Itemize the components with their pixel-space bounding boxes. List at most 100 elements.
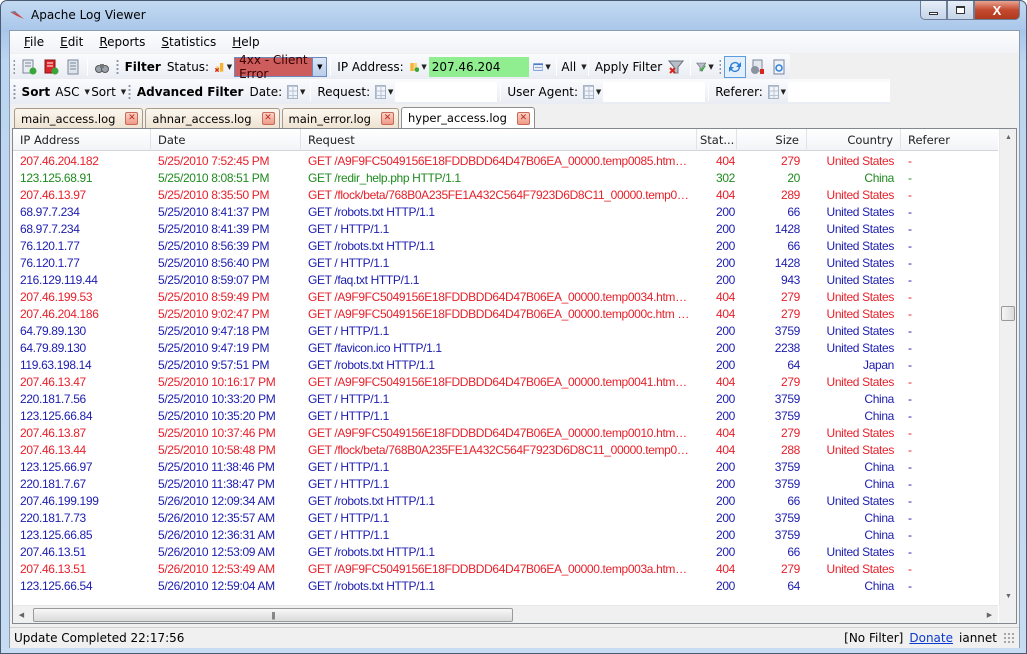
menu-file[interactable]: File bbox=[16, 33, 52, 51]
horizontal-scroll-thumb[interactable]: ||| bbox=[33, 608, 513, 622]
column-header-request[interactable]: Request bbox=[301, 129, 697, 151]
toolbar-grip[interactable] bbox=[128, 83, 131, 100]
sort-order-dropdown[interactable]: ASC ▼ bbox=[53, 81, 90, 103]
column-header-ip[interactable]: IP Address bbox=[13, 129, 151, 151]
table-row[interactable]: 207.46.13.51 5/26/2010 12:53:09 AM GET /ro… bbox=[13, 543, 998, 560]
menu-help[interactable]: Help bbox=[224, 33, 267, 51]
ip-filter-options-button[interactable]: ▼ bbox=[407, 56, 429, 78]
open-log-button[interactable] bbox=[18, 56, 40, 78]
toolbar-grip[interactable] bbox=[13, 58, 16, 75]
chevron-down-icon: ▼ bbox=[299, 87, 306, 96]
menu-edit[interactable]: Edit bbox=[52, 33, 91, 51]
table-row[interactable]: 123.125.66.85 5/26/2010 12:36:31 AM GET / … bbox=[13, 526, 998, 543]
column-header-size[interactable]: Size bbox=[737, 129, 807, 151]
cell-request: GET /A9F9FC5049156E18FDDBDD64D47B06EA_00… bbox=[308, 289, 697, 304]
vertical-scrollbar[interactable]: ▲ ▼ bbox=[999, 129, 1016, 605]
close-button[interactable]: X bbox=[974, 1, 1020, 20]
table-row[interactable]: 220.181.7.67 5/25/2010 11:38:47 PM GET / H… bbox=[13, 475, 998, 492]
column-header-country[interactable]: Country bbox=[807, 129, 901, 151]
referer-filter-button[interactable]: ▼ bbox=[766, 81, 788, 103]
tab-ahnar-access-log[interactable]: ahnar_access.log ✕ bbox=[145, 108, 280, 128]
minimize-button[interactable] bbox=[920, 1, 947, 20]
table-row[interactable]: 207.46.13.97 5/25/2010 8:35:50 PM GET /flo… bbox=[13, 186, 998, 203]
column-header-date[interactable]: Date bbox=[151, 129, 301, 151]
table-row[interactable]: 220.181.7.73 5/26/2010 12:35:57 AM GET / H… bbox=[13, 509, 998, 526]
request-filter-button[interactable]: ▼ bbox=[373, 81, 395, 103]
cell-size: 1428 bbox=[774, 221, 801, 236]
table-row[interactable]: 68.97.7.234 5/25/2010 8:41:37 PM GET /robo… bbox=[13, 203, 998, 220]
table-row[interactable]: 64.79.89.130 5/25/2010 9:47:19 PM GET /fav… bbox=[13, 339, 998, 356]
table-row[interactable]: 123.125.66.84 5/25/2010 10:35:20 PM GET / … bbox=[13, 407, 998, 424]
cell-request: GET /A9F9FC5049156E18FDDBDD64D47B06EA_00… bbox=[308, 425, 697, 440]
refresh-button[interactable] bbox=[724, 55, 747, 78]
scroll-up-icon[interactable]: ▲ bbox=[1000, 129, 1017, 146]
table-row[interactable]: 76.120.1.77 5/25/2010 8:56:39 PM GET /robo… bbox=[13, 237, 998, 254]
table-row[interactable]: 207.46.204.186 5/25/2010 9:02:47 PM GET /A… bbox=[13, 305, 998, 322]
scroll-right-icon[interactable]: ▶ bbox=[981, 606, 998, 623]
scroll-left-icon[interactable]: ◀ bbox=[13, 606, 30, 623]
sort-field-dropdown[interactable]: Sort ▼ bbox=[89, 81, 126, 103]
menu-reports[interactable]: Reports bbox=[91, 33, 153, 51]
table-row[interactable]: 207.46.204.182 5/25/2010 7:52:45 PM GET /A… bbox=[13, 152, 998, 169]
table-row[interactable]: 64.79.89.130 5/25/2010 9:47:18 PM GET / HT… bbox=[13, 322, 998, 339]
table-row[interactable]: 216.129.119.44 5/25/2010 8:59:07 PM GET /f… bbox=[13, 271, 998, 288]
ip-address-input[interactable] bbox=[428, 56, 529, 77]
auto-refresh-button[interactable] bbox=[746, 56, 768, 78]
close-icon[interactable]: ✕ bbox=[380, 112, 394, 125]
status-filter-select[interactable]: 4xx - Client Error ▼ bbox=[234, 53, 328, 81]
log-properties-button[interactable] bbox=[62, 56, 84, 78]
horizontal-scrollbar[interactable]: ◀ ||| ▶ bbox=[13, 605, 998, 623]
table-row[interactable]: 119.63.198.14 5/25/2010 9:57:51 PM GET /ro… bbox=[13, 356, 998, 373]
table-row[interactable]: 207.46.13.51 5/26/2010 12:53:49 AM GET /A9… bbox=[13, 560, 998, 577]
menu-label: ile bbox=[30, 35, 45, 49]
donate-link[interactable]: Donate bbox=[909, 631, 953, 645]
toolbar-grip[interactable] bbox=[116, 58, 119, 75]
match-mode-dropdown[interactable]: All ▼ bbox=[560, 56, 586, 78]
saved-filters-button[interactable]: ▼ bbox=[694, 56, 716, 78]
user-agent-filter-button[interactable]: ▼ bbox=[581, 81, 603, 103]
apply-filter-button[interactable]: Apply Filter bbox=[592, 56, 664, 78]
reload-log-button[interactable] bbox=[768, 56, 790, 78]
close-icon[interactable]: ✕ bbox=[516, 111, 530, 125]
table-row[interactable]: 207.46.13.87 5/25/2010 10:37:46 PM GET /A9… bbox=[13, 424, 998, 441]
tab-main-error-log[interactable]: main_error.log ✕ bbox=[281, 108, 399, 128]
open-remote-log-button[interactable] bbox=[40, 56, 62, 78]
cell-date: 5/26/2010 12:53:09 AM bbox=[158, 544, 275, 559]
table-row[interactable]: 123.125.66.54 5/26/2010 12:59:04 AM GET /r… bbox=[13, 577, 998, 594]
tab-hyper-access-log[interactable]: hyper_access.log ✕ bbox=[400, 107, 535, 128]
column-header-status[interactable]: Stat... bbox=[697, 129, 737, 151]
toolbar-grip[interactable] bbox=[718, 58, 722, 75]
table-row[interactable]: 220.181.7.56 5/25/2010 10:33:20 PM GET / H… bbox=[13, 390, 998, 407]
referer-filter-input[interactable] bbox=[788, 81, 891, 102]
toolbar-grip[interactable] bbox=[13, 83, 16, 100]
table-row[interactable]: 123.125.68.91 5/25/2010 8:08:51 PM GET /re… bbox=[13, 169, 998, 186]
resize-grip[interactable] bbox=[1003, 632, 1015, 644]
vertical-scroll-thumb[interactable] bbox=[1001, 306, 1015, 321]
find-button[interactable] bbox=[91, 56, 113, 78]
request-filter-input[interactable] bbox=[395, 81, 498, 102]
table-row[interactable]: 76.120.1.77 5/25/2010 8:56:40 PM GET / HTT… bbox=[13, 254, 998, 271]
table-row[interactable]: 123.125.66.97 5/25/2010 11:38:46 PM GET / … bbox=[13, 458, 998, 475]
tab-main-access-log[interactable]: main_access.log ✕ bbox=[14, 108, 144, 128]
table-row[interactable]: 207.46.13.47 5/25/2010 10:16:17 PM GET /A9… bbox=[13, 373, 998, 390]
column-header-referer[interactable]: Referer bbox=[901, 129, 998, 151]
cell-country: China bbox=[864, 578, 894, 593]
chevron-down-icon[interactable]: ▼ bbox=[312, 57, 327, 76]
close-icon[interactable]: ✕ bbox=[261, 112, 275, 125]
cell-country: United States bbox=[826, 561, 895, 576]
close-icon[interactable]: ✕ bbox=[125, 112, 139, 125]
table-row[interactable]: 68.97.7.234 5/25/2010 8:41:39 PM GET / HTT… bbox=[13, 220, 998, 237]
maximize-button[interactable] bbox=[947, 1, 974, 20]
table-row[interactable]: 207.46.199.199 5/26/2010 12:09:34 AM GET /… bbox=[13, 492, 998, 509]
date-filter-button[interactable]: ▼ bbox=[285, 81, 307, 103]
table-row[interactable]: 207.46.13.44 5/25/2010 10:58:48 PM GET /fl… bbox=[13, 441, 998, 458]
menu-statistics[interactable]: Statistics bbox=[153, 33, 224, 51]
user-agent-filter-input[interactable] bbox=[603, 81, 706, 102]
clear-filter-button[interactable] bbox=[665, 56, 687, 78]
ip-mode-button[interactable]: ▼ bbox=[531, 56, 553, 78]
cell-ip: 207.46.13.47 bbox=[20, 374, 86, 389]
status-filter-options-button[interactable]: ▼ bbox=[212, 56, 234, 78]
title-bar[interactable]: Apache Log Viewer X bbox=[1, 1, 1026, 29]
scroll-down-icon[interactable]: ▼ bbox=[1000, 588, 1017, 605]
table-row[interactable]: 207.46.199.53 5/25/2010 8:59:49 PM GET /A9… bbox=[13, 288, 998, 305]
